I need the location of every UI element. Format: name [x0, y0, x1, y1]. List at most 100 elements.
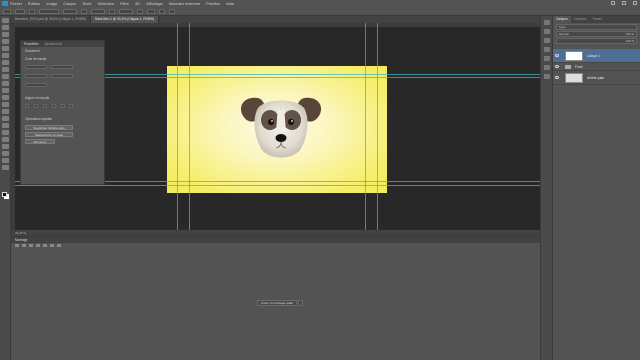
tab-properties[interactable]: Propriétés: [21, 42, 42, 46]
lasso-tool-icon[interactable]: [2, 32, 9, 37]
resolution-field[interactable]: [25, 83, 47, 87]
patterns-icon[interactable]: [544, 56, 550, 61]
menu-type[interactable]: Texte: [82, 1, 92, 6]
zoom-level[interactable]: 33,33 %: [15, 231, 26, 235]
menu-layer[interactable]: Calque: [63, 1, 76, 6]
minimize-icon[interactable]: [611, 1, 615, 5]
align-bottom-icon[interactable]: [69, 104, 74, 108]
eyedropper-tool-icon[interactable]: [2, 60, 9, 65]
eraser-tool-icon[interactable]: [2, 95, 9, 100]
fill-field[interactable]: 100 %: [625, 39, 634, 43]
layer-row[interactable]: Arrière-plan: [553, 71, 640, 85]
tab-layers[interactable]: Calques: [553, 16, 571, 23]
brushes-icon[interactable]: [544, 74, 550, 79]
marquee-tool-icon[interactable]: [2, 25, 9, 30]
smoothing-field[interactable]: [119, 8, 133, 14]
frame-tool-icon[interactable]: [2, 53, 9, 58]
y-field[interactable]: [51, 74, 73, 78]
maximize-icon[interactable]: [622, 1, 626, 5]
guide-vertical[interactable]: [377, 23, 378, 230]
guide-vertical[interactable]: [177, 23, 178, 230]
guide-horizontal[interactable]: [15, 185, 540, 186]
zoom-tool-icon[interactable]: [2, 158, 9, 163]
smoothing-options-icon[interactable]: [137, 8, 143, 14]
menu-3d[interactable]: 3D: [135, 1, 140, 6]
dodge-tool-icon[interactable]: [2, 116, 9, 121]
tab-paths[interactable]: Tracés: [589, 16, 605, 23]
foreground-color-swatch[interactable]: [2, 192, 7, 197]
pen-tool-icon[interactable]: [2, 123, 9, 128]
flow-field[interactable]: [91, 8, 105, 14]
eye-icon[interactable]: [555, 54, 559, 57]
history-brush-tool-icon[interactable]: [2, 88, 9, 93]
brush-tool-icon[interactable]: [2, 74, 9, 79]
align-middle-icon[interactable]: [60, 104, 65, 108]
tab-adjustments[interactable]: Ajustements: [42, 42, 66, 46]
opacity-field[interactable]: 100 %: [625, 32, 634, 36]
split-icon[interactable]: [57, 244, 61, 247]
brush-settings-icon[interactable]: [29, 8, 35, 14]
blur-tool-icon[interactable]: [2, 109, 9, 114]
gradient-tool-icon[interactable]: [2, 102, 9, 107]
align-top-icon[interactable]: [51, 104, 56, 108]
first-frame-icon[interactable]: [15, 244, 19, 247]
airbrush-icon[interactable]: [109, 8, 115, 14]
hand-tool-icon[interactable]: [2, 151, 9, 156]
align-left-icon[interactable]: [25, 104, 29, 108]
menu-plugins[interactable]: Modules externes: [169, 1, 201, 6]
crop-button[interactable]: Découper: [25, 139, 55, 144]
menu-select[interactable]: Sélection: [98, 1, 114, 6]
width-field[interactable]: [25, 65, 47, 69]
x-field[interactable]: [51, 65, 73, 69]
doc-tab-banner[interactable]: Bannière_DOG.psd @ 33,3% (Calque 1, RVB/…: [11, 16, 91, 23]
symmetry-icon[interactable]: [169, 8, 175, 14]
remove-background-button[interactable]: Supprimer l'arrière-plan: [25, 125, 73, 130]
type-tool-icon[interactable]: [2, 130, 9, 135]
play-icon[interactable]: [29, 244, 33, 247]
ruler-horizontal[interactable]: [11, 23, 540, 27]
next-frame-icon[interactable]: [36, 244, 40, 247]
swatches-icon[interactable]: [544, 38, 550, 43]
pressure-opacity-icon[interactable]: [81, 8, 87, 14]
settings-icon[interactable]: [50, 244, 54, 247]
brush-preset[interactable]: [15, 8, 25, 14]
prev-frame-icon[interactable]: [22, 244, 26, 247]
quick-select-tool-icon[interactable]: [2, 39, 9, 44]
menu-help[interactable]: Aide: [226, 1, 234, 6]
gradients-icon[interactable]: [544, 47, 550, 52]
color-icon[interactable]: [544, 29, 550, 34]
pressure-size-icon[interactable]: [159, 8, 165, 14]
healing-tool-icon[interactable]: [2, 67, 9, 72]
blend-mode-select[interactable]: Normal: [559, 32, 569, 36]
crop-tool-icon[interactable]: [2, 46, 9, 51]
tab-channels[interactable]: Couches: [571, 16, 590, 23]
path-select-tool-icon[interactable]: [2, 137, 9, 142]
history-icon[interactable]: [544, 20, 550, 25]
guide-vertical[interactable]: [365, 23, 366, 230]
create-video-timeline-button[interactable]: Créer un montage vidéo: [257, 300, 297, 306]
tool-preset-picker[interactable]: [3, 8, 11, 14]
stamp-tool-icon[interactable]: [2, 81, 9, 86]
opacity-field[interactable]: [63, 8, 77, 14]
move-tool-icon[interactable]: [2, 18, 9, 23]
close-icon[interactable]: [633, 1, 637, 5]
layer-filter[interactable]: Type: [556, 24, 637, 30]
menu-view[interactable]: Affichage: [146, 1, 163, 6]
guide-vertical[interactable]: [189, 23, 190, 230]
mode-select[interactable]: [39, 8, 59, 14]
eye-icon[interactable]: [555, 76, 559, 79]
menu-window[interactable]: Fenêtre: [206, 1, 220, 6]
more-tools-icon[interactable]: [2, 165, 9, 170]
layer-row[interactable]: Calque 1: [553, 49, 640, 63]
layer-row[interactable]: Fond: [553, 63, 640, 71]
angle-field[interactable]: [147, 8, 155, 14]
menu-filter[interactable]: Filtre: [120, 1, 129, 6]
menu-edit[interactable]: Édition: [28, 1, 40, 6]
select-subject-button[interactable]: Sélectionner un sujet: [25, 132, 73, 137]
chevron-down-icon[interactable]: [298, 300, 303, 306]
libraries-icon[interactable]: [544, 65, 550, 70]
menu-image[interactable]: Image: [46, 1, 57, 6]
shape-tool-icon[interactable]: [2, 144, 9, 149]
doc-tab-untitled[interactable]: Sans titre-1 @ 33,3% (Calque 1, RVB/8): [90, 16, 159, 23]
ruler-vertical[interactable]: [11, 23, 15, 230]
